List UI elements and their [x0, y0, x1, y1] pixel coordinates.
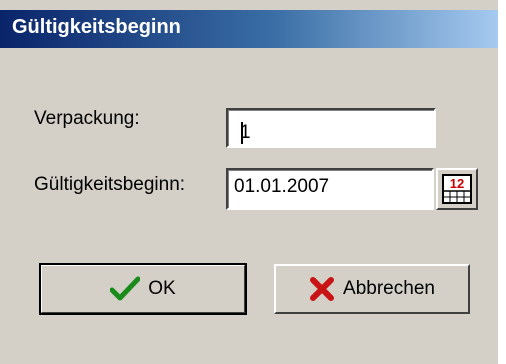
- calendar-button[interactable]: 12: [436, 168, 478, 210]
- window-title: Gültigkeitsbeginn: [12, 16, 181, 38]
- checkmark-icon: [110, 276, 141, 301]
- x-icon: [310, 277, 335, 301]
- ok-button[interactable]: OK: [39, 263, 247, 315]
- gueltigkeitsbeginn-label: Gültigkeitsbeginn:: [34, 174, 186, 195]
- calendar-icon-text: 12: [450, 176, 464, 191]
- gueltigkeitsbeginn-value: 01.01.2007: [234, 176, 330, 197]
- ok-button-label: OK: [148, 278, 176, 299]
- verpackung-label: Verpackung:: [34, 108, 140, 129]
- text-caret: [241, 122, 243, 144]
- cancel-button-label: Abbrechen: [343, 278, 435, 299]
- title-bar[interactable]: Gültigkeitsbeginn: [0, 10, 498, 48]
- gueltigkeitsbeginn-input[interactable]: 01.01.2007: [226, 168, 434, 210]
- calendar-icon: 12: [442, 174, 472, 204]
- dialog-window: Gültigkeitsbeginn Verpackung: 1 Gültigke…: [0, 0, 506, 364]
- verpackung-input[interactable]: 1: [226, 108, 436, 148]
- cancel-button[interactable]: Abbrechen: [274, 264, 470, 314]
